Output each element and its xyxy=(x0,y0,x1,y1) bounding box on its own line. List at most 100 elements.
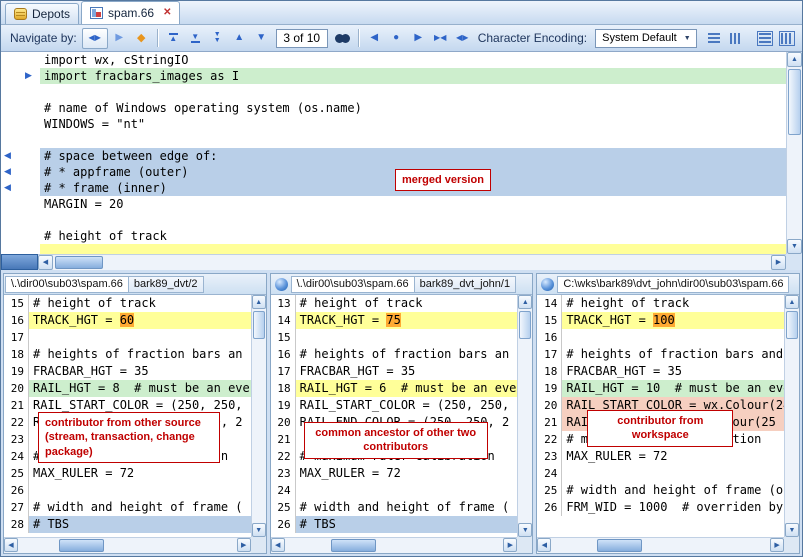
prev-diff-button[interactable]: ▲ xyxy=(229,28,250,49)
diff-marker-icon[interactable]: ◀ xyxy=(4,167,11,176)
code-line: import wx, cStringIO xyxy=(40,52,786,68)
code-text: TRACK_HGT = 60 xyxy=(29,312,251,329)
expand-diffs-button[interactable]: ◀▶ xyxy=(452,28,473,49)
find-button[interactable] xyxy=(332,28,353,49)
pane-vertical-scrollbar[interactable]: ▲ ▼ xyxy=(251,295,266,537)
tab-spam66[interactable]: spam.66 ✕ xyxy=(81,1,180,24)
code-line: 14TRACK_HGT = 75 xyxy=(271,312,518,329)
vertical-scroll-thumb[interactable] xyxy=(253,311,265,339)
current-change-button[interactable]: ● xyxy=(386,28,407,49)
scroll-up-button[interactable]: ▲ xyxy=(787,52,802,67)
code-line xyxy=(40,132,786,148)
code-line: 18RAIL_HGT = 6 # must be an eve xyxy=(271,380,518,397)
diff-position-field[interactable]: 3 of 10 xyxy=(276,29,328,48)
scroll-up-button[interactable]: ▲ xyxy=(252,295,266,309)
code-line: 27# width and height of frame ( xyxy=(4,499,251,516)
scroll-left-button[interactable]: ◀ xyxy=(38,255,53,270)
double-down-arrow-icon: ▼▼ xyxy=(214,32,221,44)
code-line: # height of track xyxy=(40,228,786,244)
view-columns-button[interactable] xyxy=(725,28,746,49)
code-line: # name of Windows operating system (os.n… xyxy=(40,100,786,116)
take-change-arrow-icon[interactable]: ▶ xyxy=(25,71,32,80)
horizontal-scroll-thumb[interactable] xyxy=(55,256,103,269)
close-tab-icon[interactable]: ✕ xyxy=(163,8,171,18)
line-number: 14 xyxy=(271,312,296,329)
prev-change-button[interactable]: ◀ xyxy=(364,28,385,49)
version-tab[interactable]: bark89_dvt/2 xyxy=(129,276,204,293)
scroll-right-button[interactable]: ▶ xyxy=(503,538,517,552)
code-text: RAIL_HGT = 8 # must be an eve xyxy=(29,380,251,397)
scroll-left-button[interactable]: ◀ xyxy=(4,538,18,552)
scrollbar-corner xyxy=(517,537,532,553)
contributors-region: \.\dir00\sub03\spam.66 bark89_dvt/2 15# … xyxy=(3,273,800,554)
horizontal-scroll-thumb[interactable] xyxy=(331,539,376,552)
version-tab[interactable]: bark89_dvt_john/1 xyxy=(415,276,517,293)
contributor-editor[interactable]: 13# height of track14TRACK_HGT = 751516#… xyxy=(271,295,518,537)
scroll-down-button[interactable]: ▼ xyxy=(787,239,802,254)
view-columns-boxed-button[interactable] xyxy=(776,28,797,49)
encoding-select[interactable]: System Default ▼ xyxy=(595,29,697,48)
merged-pane: ▶ ◀ ◀ ◀ import wx, cStringIOimport fracb… xyxy=(1,52,802,270)
code-text: # heights of fraction bars and xyxy=(562,346,784,363)
vertical-scroll-thumb[interactable] xyxy=(786,311,798,339)
pane-header: C:\wks\bark89\dvt_john\dir00\sub03\spam.… xyxy=(537,274,799,295)
line-number: 22 xyxy=(4,414,29,431)
horizontal-scroll-thumb[interactable] xyxy=(597,539,642,552)
step-forward-button[interactable]: ▶ xyxy=(109,28,130,49)
arrow-to-top-icon: ▲ xyxy=(169,33,178,43)
merged-horizontal-scrollbar[interactable]: ◀ ▶ xyxy=(38,254,786,270)
scroll-down-button[interactable]: ▼ xyxy=(785,523,799,537)
line-number: 16 xyxy=(4,312,29,329)
scroll-right-button[interactable]: ▶ xyxy=(237,538,251,552)
tab-depots[interactable]: Depots xyxy=(5,3,79,24)
scroll-left-button[interactable]: ◀ xyxy=(537,538,551,552)
code-text: FRACBAR_HGT = 35 xyxy=(562,363,784,380)
next-change-button[interactable]: ▶ xyxy=(408,28,429,49)
code-line: 19RAIL_START_COLOR = (250, 250, xyxy=(271,397,518,414)
binoculars-icon xyxy=(335,34,350,43)
next-diff-button[interactable]: ▼ xyxy=(251,28,272,49)
merged-vertical-scrollbar[interactable]: ▲ ▼ xyxy=(786,52,802,254)
vertical-scroll-thumb[interactable] xyxy=(788,69,801,135)
file-path-tab[interactable]: \.\dir00\sub03\spam.66 xyxy=(5,276,129,293)
pane-horizontal-scrollbar[interactable]: ◀ ▶ xyxy=(4,537,251,553)
scroll-up-button[interactable]: ▲ xyxy=(785,295,799,309)
collapse-diffs-button[interactable]: ▶◀ xyxy=(430,28,451,49)
pane-horizontal-scrollbar[interactable]: ◀ ▶ xyxy=(537,537,784,553)
code-text xyxy=(29,329,251,346)
outward-arrows-icon: ◀▶ xyxy=(456,34,468,42)
diff-marker-icon[interactable]: ◀ xyxy=(4,183,11,192)
code-line: 17# heights of fraction bars and xyxy=(537,346,784,363)
last-diff-button[interactable]: ▼ xyxy=(185,28,206,49)
file-path-tab[interactable]: \.\dir00\sub03\spam.66 xyxy=(291,276,415,293)
line-number: 25 xyxy=(4,465,29,482)
scroll-down-button[interactable]: ▼ xyxy=(252,523,266,537)
next-unresolved-button[interactable]: ▼▼ xyxy=(207,28,228,49)
view-rows-button[interactable] xyxy=(703,28,724,49)
pane-horizontal-scrollbar[interactable]: ◀ ▶ xyxy=(271,537,518,553)
code-line: 26FRM_WID = 1000 # overriden by xyxy=(537,499,784,516)
left-right-arrows-icon: ◀▶ xyxy=(89,34,101,42)
pane-vertical-scrollbar[interactable]: ▲ ▼ xyxy=(784,295,799,537)
scroll-right-button[interactable]: ▶ xyxy=(770,538,784,552)
horizontal-scroll-thumb[interactable] xyxy=(59,539,104,552)
columns-layout-icon xyxy=(730,33,742,44)
scroll-down-button[interactable]: ▼ xyxy=(518,523,532,537)
jump-to-change-button[interactable]: ◆ xyxy=(131,28,152,49)
scroll-right-button[interactable]: ▶ xyxy=(771,255,786,270)
scroll-up-button[interactable]: ▲ xyxy=(518,295,532,309)
file-path-tab[interactable]: C:\wks\bark89\dvt_john\dir00\sub03\spam.… xyxy=(557,276,789,293)
up-arrow-icon: ▲ xyxy=(234,33,244,43)
line-number: 18 xyxy=(537,363,562,380)
merged-editor[interactable]: import wx, cStringIOimport fracbars_imag… xyxy=(40,52,786,254)
view-rows-boxed-button[interactable] xyxy=(754,28,775,49)
vertical-scroll-thumb[interactable] xyxy=(519,311,531,339)
navigate-mode-dropdown[interactable]: ◀▶ xyxy=(82,28,108,49)
pane-vertical-scrollbar[interactable]: ▲ ▼ xyxy=(517,295,532,537)
scroll-left-button[interactable]: ◀ xyxy=(271,538,285,552)
diff-marker-icon[interactable]: ◀ xyxy=(4,151,11,160)
code-text: # height of track xyxy=(562,295,784,312)
code-line: 25# width and height of frame (o xyxy=(537,482,784,499)
first-diff-button[interactable]: ▲ xyxy=(163,28,184,49)
code-text: # height of track xyxy=(29,295,251,312)
